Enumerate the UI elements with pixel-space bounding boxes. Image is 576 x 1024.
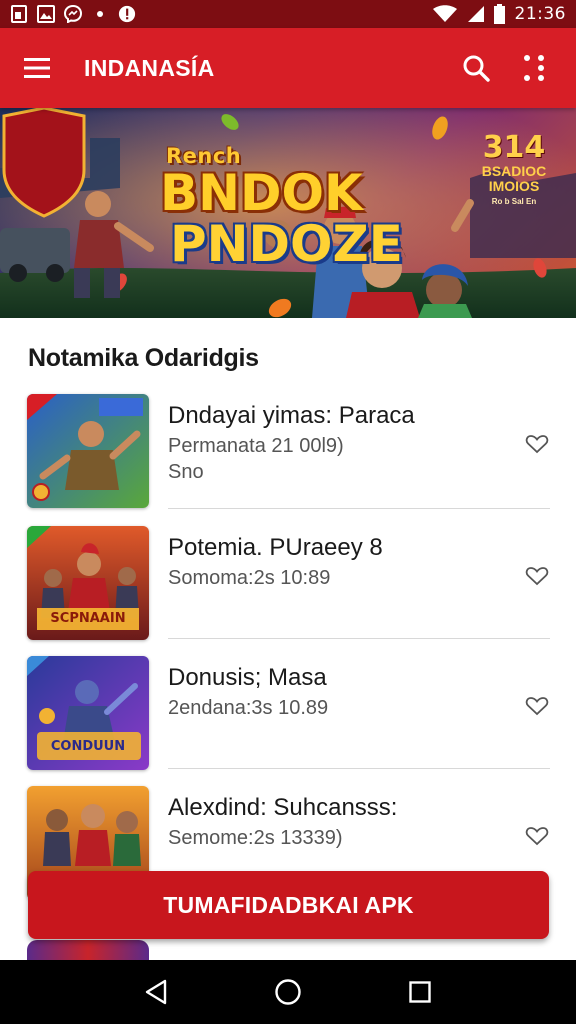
app-bar: INDANASÍA	[0, 28, 576, 108]
download-apk-button[interactable]: TUMAFIDADBKAI APK	[28, 871, 549, 939]
home-icon	[275, 979, 301, 1005]
app-title: INDANASÍA	[84, 54, 215, 81]
game-thumbnail: CONDUUN	[27, 656, 149, 770]
alert-circle-icon	[118, 5, 136, 23]
favorite-button[interactable]	[523, 564, 551, 588]
favorite-button[interactable]	[523, 824, 551, 848]
divider	[168, 768, 550, 769]
back-icon	[145, 979, 167, 1005]
image-icon	[37, 5, 55, 23]
wifi-icon	[432, 5, 458, 23]
menu-icon	[24, 58, 50, 78]
system-nav-bar	[0, 960, 576, 1024]
banner-game-title: Rench BNDOK PNDOZE	[160, 144, 420, 270]
recents-icon	[409, 981, 431, 1003]
dot-icon	[91, 5, 109, 23]
sim-card-icon	[10, 5, 28, 23]
status-bar-right: 21:36	[432, 4, 567, 24]
signal-icon	[467, 5, 485, 23]
item-meta: Somoma:2s 10:89	[168, 567, 331, 589]
badge-number: 314	[482, 130, 546, 165]
list-item[interactable]: CONDUUN Donusis; Masa 2endana:3s 10.89	[27, 656, 550, 774]
battery-icon	[494, 4, 506, 24]
item-title: Dndayai yimas: Paraca	[168, 402, 415, 429]
banner-title-line2: PNDOZE	[170, 215, 403, 273]
thumbnail-caption: CONDUUN	[50, 739, 126, 754]
item-meta: Permanata 21 00l9)	[168, 435, 344, 457]
item-title: Donusis; Masa	[168, 664, 327, 691]
banner-shield-badge	[2, 108, 86, 218]
more-options-button[interactable]	[514, 48, 554, 88]
home-button[interactable]	[266, 970, 310, 1014]
banner-title-line1: BNDOK	[160, 164, 363, 222]
favorite-button[interactable]	[523, 432, 551, 456]
heart-icon	[525, 435, 549, 454]
hero-banner[interactable]: Rench BNDOK PNDOZE 314 BSADIOC IMOIOS Ro…	[0, 108, 576, 318]
status-bar-left	[10, 5, 136, 23]
heart-icon	[525, 827, 549, 846]
clock: 21:36	[514, 4, 566, 24]
heart-icon	[525, 697, 549, 716]
item-title: Alexdind: Suhcansss:	[168, 794, 398, 821]
badge-line1: BSADIOC	[481, 163, 547, 179]
game-thumbnail: SCPNAAIN	[27, 526, 149, 640]
section-title: Notamika Odaridgis	[28, 344, 259, 372]
badge-text: 314 BSADIOC IMOIOS Ro b Sal En	[470, 130, 558, 207]
badge-line3: Ro b Sal En	[491, 197, 537, 206]
search-icon	[463, 55, 490, 82]
menu-button[interactable]	[22, 53, 52, 83]
thumbnail-caption: SCPNAAIN	[50, 611, 126, 626]
item-meta: 2endana:3s 10.89	[168, 697, 329, 719]
messenger-icon	[64, 5, 82, 23]
item-title: Potemia. PUraeey 8	[168, 534, 383, 561]
content-area: Notamika Odaridgis Dndayai yimas: Paraca…	[0, 318, 576, 960]
item-meta: Semome:2s 13339)	[168, 827, 343, 849]
divider	[168, 508, 550, 509]
favorite-button[interactable]	[523, 694, 551, 718]
game-thumbnail	[27, 394, 149, 508]
status-bar: 21:36	[0, 0, 576, 28]
item-meta-secondary: Sno	[168, 461, 204, 483]
list-item-peek	[27, 940, 149, 960]
heart-icon	[525, 567, 549, 586]
back-button[interactable]	[134, 970, 178, 1014]
divider	[168, 638, 550, 639]
badge-line2: IMOIOS	[488, 178, 540, 194]
list-item[interactable]: SCPNAAIN Potemia. PUraeey 8 Somoma:2s 10…	[27, 526, 550, 644]
more-vert-icon	[524, 55, 544, 81]
list-item[interactable]: Dndayai yimas: Paraca Permanata 21 00l9)…	[27, 394, 550, 512]
recents-button[interactable]	[398, 970, 442, 1014]
search-button[interactable]	[456, 48, 496, 88]
